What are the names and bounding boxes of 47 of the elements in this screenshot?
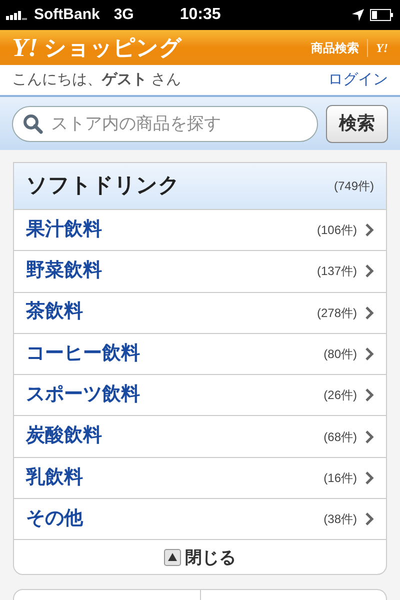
search-field[interactable]: ストア内の商品を探す bbox=[12, 106, 318, 142]
subcategory-label: 乳飲料 bbox=[26, 466, 83, 490]
chevron-right-icon bbox=[365, 347, 374, 362]
subcategory-label: スポーツ飲料 bbox=[26, 383, 140, 408]
search-button[interactable]: 検索 bbox=[326, 104, 388, 142]
subcategory-label: コーヒー飲料 bbox=[26, 342, 140, 366]
search-icon bbox=[23, 114, 43, 134]
signal-icon bbox=[6, 10, 28, 20]
app-title: ショッピング bbox=[44, 34, 182, 62]
chevron-right-icon bbox=[365, 470, 374, 485]
subcategory-count: (278件) bbox=[316, 304, 357, 322]
subcategory-row[interactable]: 炭酸飲料 (68件) bbox=[14, 416, 386, 458]
category-count: (749件) bbox=[334, 178, 374, 195]
subcategory-row[interactable]: 乳飲料 (16件) bbox=[14, 458, 386, 500]
subcategory-row[interactable]: コーヒー飲料 (80件) bbox=[14, 334, 386, 376]
subcategory-count: (16件) bbox=[324, 470, 357, 487]
subcategory-count: (68件) bbox=[324, 428, 357, 446]
close-button[interactable]: 閉じる bbox=[14, 540, 386, 574]
carrier: SoftBank bbox=[34, 4, 100, 25]
chevron-right-icon bbox=[365, 388, 374, 402]
subcategory-row[interactable]: 野菜飲料 (137件) bbox=[14, 251, 386, 293]
subcategory-row[interactable]: 茶飲料 (278件) bbox=[14, 292, 386, 334]
subcategory-label: その他 bbox=[26, 506, 83, 531]
greeting-text: こんにちは、ゲスト さん bbox=[12, 70, 182, 90]
network-type: 3G bbox=[114, 4, 134, 25]
subcategory-label: 果汁飲料 bbox=[26, 218, 102, 242]
subcategory-count: (80件) bbox=[324, 346, 357, 364]
chevron-right-icon bbox=[365, 306, 374, 320]
chevron-right-icon bbox=[365, 223, 374, 238]
subcategory-count: (106件) bbox=[316, 222, 357, 240]
subcategory-label: 茶飲料 bbox=[26, 300, 83, 324]
subcategory-count: (137件) bbox=[316, 263, 357, 280]
chevron-right-icon bbox=[365, 264, 374, 278]
subcategory-count: (38件) bbox=[324, 511, 357, 528]
subcategory-count: (26件) bbox=[324, 387, 357, 404]
subcategory-row[interactable]: スポーツ飲料 (26件) bbox=[14, 375, 386, 416]
clock: 10:35 bbox=[180, 5, 221, 25]
subcategory-row[interactable]: その他 (38件) bbox=[14, 499, 386, 540]
chevron-right-icon bbox=[365, 512, 374, 526]
battery-icon bbox=[370, 9, 394, 21]
category-title: ソフトドリンク bbox=[26, 173, 180, 200]
login-link[interactable]: ログイン bbox=[328, 68, 388, 92]
chevron-right-icon bbox=[365, 430, 374, 444]
location-arrow-icon bbox=[352, 9, 364, 21]
subcategory-label: 炭酸飲料 bbox=[26, 424, 102, 448]
subcategory-row[interactable]: 果汁飲料 (106件) bbox=[14, 210, 386, 252]
subcategory-label: 野菜飲料 bbox=[26, 259, 102, 284]
